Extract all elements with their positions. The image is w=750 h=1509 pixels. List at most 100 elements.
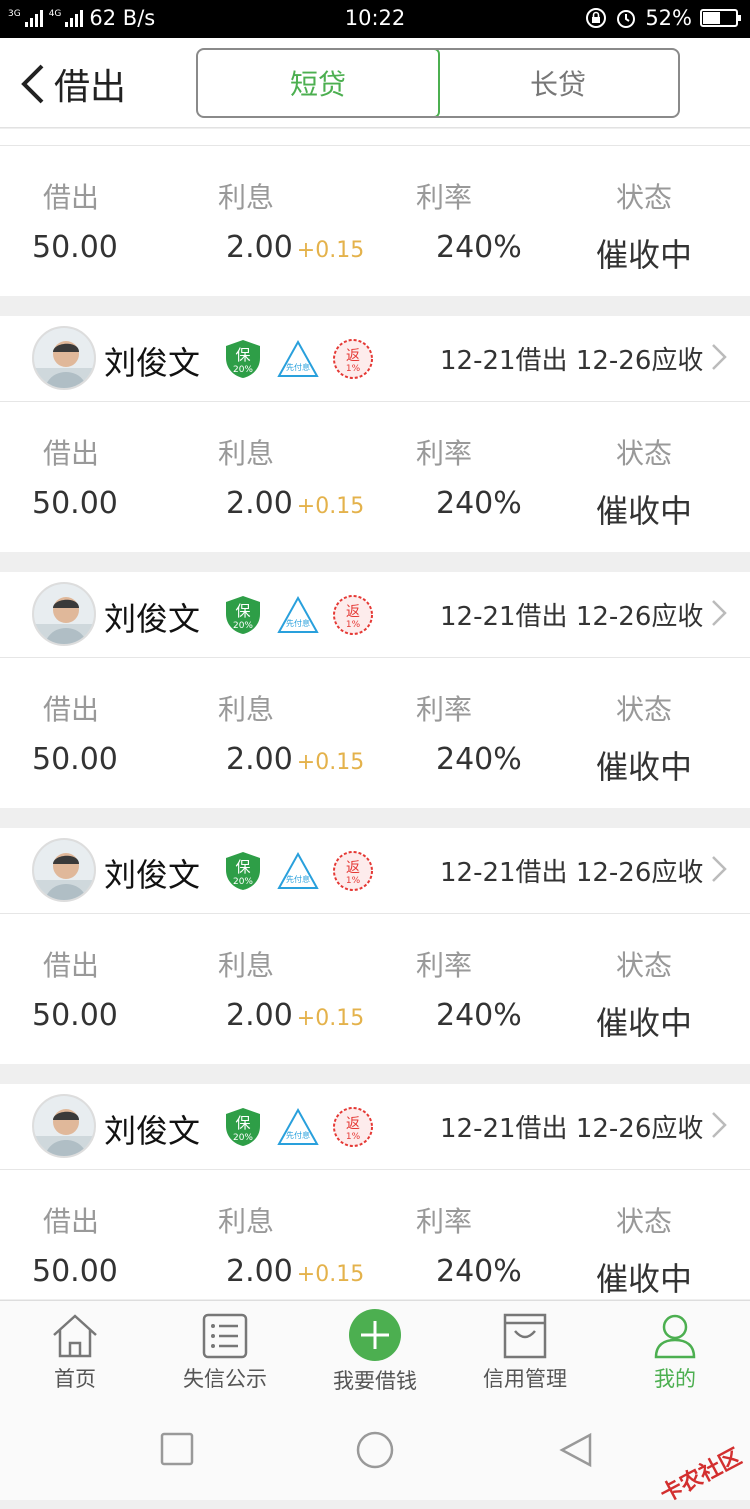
- borrower-name: 刘俊文: [104, 1112, 201, 1150]
- svg-text:1%: 1%: [346, 364, 361, 374]
- svg-text:保: 保: [235, 602, 250, 620]
- status-label: 状态: [615, 693, 672, 726]
- guarantee-badge-icon: 保20%: [226, 852, 260, 890]
- svg-text:先付息: 先付息: [286, 362, 310, 372]
- loan-record-card[interactable]: 刘俊文 保 20% 先付息 返 1% 12-21借出 12-26应收 借出 50.00…: [0, 316, 750, 552]
- status-label: 状态: [615, 437, 672, 470]
- person-photo-icon: [34, 840, 94, 900]
- avatar: [32, 1094, 96, 1158]
- svg-text:返: 返: [346, 860, 360, 876]
- record-stats: 借出 50.00 利息 2.00 +0.15 利率 240% 状态 催收中: [0, 914, 750, 1064]
- record-header[interactable]: 刘俊文 保 20% 先付息 返 1% 12-21借出 12-26应收: [0, 572, 750, 658]
- svg-text:20%: 20%: [233, 877, 253, 887]
- record-header[interactable]: 刘俊文 保 20% 先付息 返 1% 12-21借出 12-26应收: [0, 828, 750, 914]
- tab-borrow[interactable]: 我要借钱: [300, 1301, 450, 1404]
- rebate-badge-icon: 返1%: [333, 1107, 373, 1147]
- loan-record-card[interactable]: 刘俊文 保 20% 先付息 返 1% 12-21借出 12-26应收 借出 50.00…: [0, 1084, 750, 1299]
- status-value: 催收中: [595, 492, 692, 530]
- rate-label: 利率: [415, 693, 472, 726]
- svg-text:保: 保: [235, 1114, 250, 1132]
- tab-mine[interactable]: 我的: [600, 1301, 750, 1404]
- svg-text:返: 返: [346, 604, 360, 620]
- avatar: [32, 326, 96, 390]
- rebate-badge-icon: 返1%: [333, 851, 373, 891]
- prepaid-interest-badge-icon: 先付息: [277, 595, 319, 633]
- user-icon: [654, 1314, 696, 1359]
- interest-label: 利息: [217, 949, 274, 982]
- svg-text:1%: 1%: [346, 1132, 361, 1142]
- interest-label: 利息: [217, 181, 274, 214]
- record-header[interactable]: 刘俊文 保 20% 先付息 返 1% 12-21借出 12-26应收: [0, 1084, 750, 1170]
- svg-text:先付息: 先付息: [286, 1130, 310, 1140]
- rebate-badge-icon: 返1%: [333, 595, 373, 635]
- status-value: 催收中: [595, 236, 692, 274]
- tab-blacklist[interactable]: 失信公示: [150, 1301, 300, 1404]
- recents-icon[interactable]: [160, 1432, 194, 1466]
- page-title: 借出: [54, 67, 127, 108]
- interest-label: 利息: [217, 437, 274, 470]
- home-circle-icon[interactable]: [355, 1430, 395, 1470]
- home-icon: [53, 1314, 97, 1358]
- status-label: 状态: [615, 1205, 672, 1238]
- back-triangle-icon[interactable]: [558, 1432, 594, 1468]
- loan-dates: 12-21借出 12-26应收: [440, 346, 704, 376]
- alarm-icon: [617, 10, 636, 28]
- tab-credit[interactable]: 信用管理: [450, 1301, 600, 1404]
- loan-dates: 12-21借出 12-26应收: [440, 602, 704, 632]
- lock-rotation-icon: [586, 8, 607, 28]
- loan-dates: 12-21借出 12-26应收: [440, 858, 704, 888]
- status-value: 催收中: [595, 748, 692, 786]
- loan-type-tabs: 短贷 长贷: [196, 48, 680, 118]
- borrower-name: 刘俊文: [104, 600, 201, 638]
- rebate-badge-icon: 返1%: [333, 339, 373, 379]
- list-icon: [202, 1313, 248, 1359]
- loan-record-card[interactable]: 刘俊文 保 20% 先付息 返 1% 12-21借出 12-26应收 借出 50.00…: [0, 572, 750, 808]
- guarantee-badge-icon: 保20%: [226, 340, 260, 378]
- loan-record-card[interactable]: 刘俊文 保 20% 先付息 返 1% 12-21借出 12-26应收 借出 50.00…: [0, 828, 750, 1064]
- battery-icon: [700, 9, 741, 27]
- status-value: 催收中: [595, 1004, 692, 1042]
- svg-text:先付息: 先付息: [286, 874, 310, 884]
- interest-label: 利息: [217, 693, 274, 726]
- loan-list[interactable]: 借出 50.00 利息 2.00 +0.15 利率 240% 状态 催收中 刘俊文 保 20…: [0, 129, 750, 1299]
- svg-text:先付息: 先付息: [286, 618, 310, 628]
- status-bar: 3G 4G 62 B/s 10:22 52%: [0, 0, 750, 38]
- svg-text:1%: 1%: [346, 876, 361, 886]
- person-photo-icon: [34, 328, 94, 388]
- prepaid-interest-badge-icon: 先付息: [277, 1107, 319, 1145]
- svg-text:保: 保: [235, 346, 250, 364]
- lent-label: 借出: [42, 693, 99, 726]
- svg-text:20%: 20%: [233, 621, 253, 631]
- watermark: 卡农社区: [656, 1444, 746, 1508]
- chevron-right-icon[interactable]: [710, 342, 728, 372]
- svg-text:保: 保: [235, 858, 250, 876]
- record-stats[interactable]: 借出 50.00 利息 2.00 +0.15 利率 240% 状态 催收中: [0, 145, 750, 296]
- record-stats: 借出 50.00 利息 2.00 +0.15 利率 240% 状态 催收中: [0, 402, 750, 552]
- tab-home[interactable]: 首页: [0, 1301, 150, 1404]
- back-button[interactable]: 借出: [18, 58, 126, 110]
- battery-percent: 52%: [645, 6, 692, 30]
- rate-label: 利率: [415, 181, 472, 214]
- loan-dates: 12-21借出 12-26应收: [440, 1114, 704, 1144]
- lent-label: 借出: [42, 1205, 99, 1238]
- plus-circle-icon: [349, 1309, 401, 1361]
- record-header[interactable]: 刘俊文 保 20% 先付息 返 1% 12-21借出 12-26应收: [0, 316, 750, 402]
- prepaid-interest-badge-icon: 先付息: [277, 339, 319, 377]
- avatar: [32, 582, 96, 646]
- prepaid-interest-badge-icon: 先付息: [277, 851, 319, 889]
- chevron-right-icon[interactable]: [710, 1110, 728, 1140]
- lent-label: 借出: [42, 181, 99, 214]
- guarantee-badge-icon: 保20%: [226, 1108, 260, 1146]
- chevron-left-icon: [21, 64, 44, 104]
- avatar: [32, 838, 96, 902]
- header: 借出 短贷 长贷: [0, 38, 750, 128]
- lent-label: 借出: [42, 949, 99, 982]
- tab-short-loan[interactable]: 短贷: [198, 50, 440, 116]
- system-nav-bar: 卡农社区: [0, 1404, 750, 1508]
- tab-long-loan[interactable]: 长贷: [438, 50, 678, 116]
- borrower-name: 刘俊文: [104, 344, 201, 382]
- person-photo-icon: [34, 1096, 94, 1156]
- chevron-right-icon[interactable]: [710, 854, 728, 884]
- lent-label: 借出: [42, 437, 99, 470]
- chevron-right-icon[interactable]: [710, 598, 728, 628]
